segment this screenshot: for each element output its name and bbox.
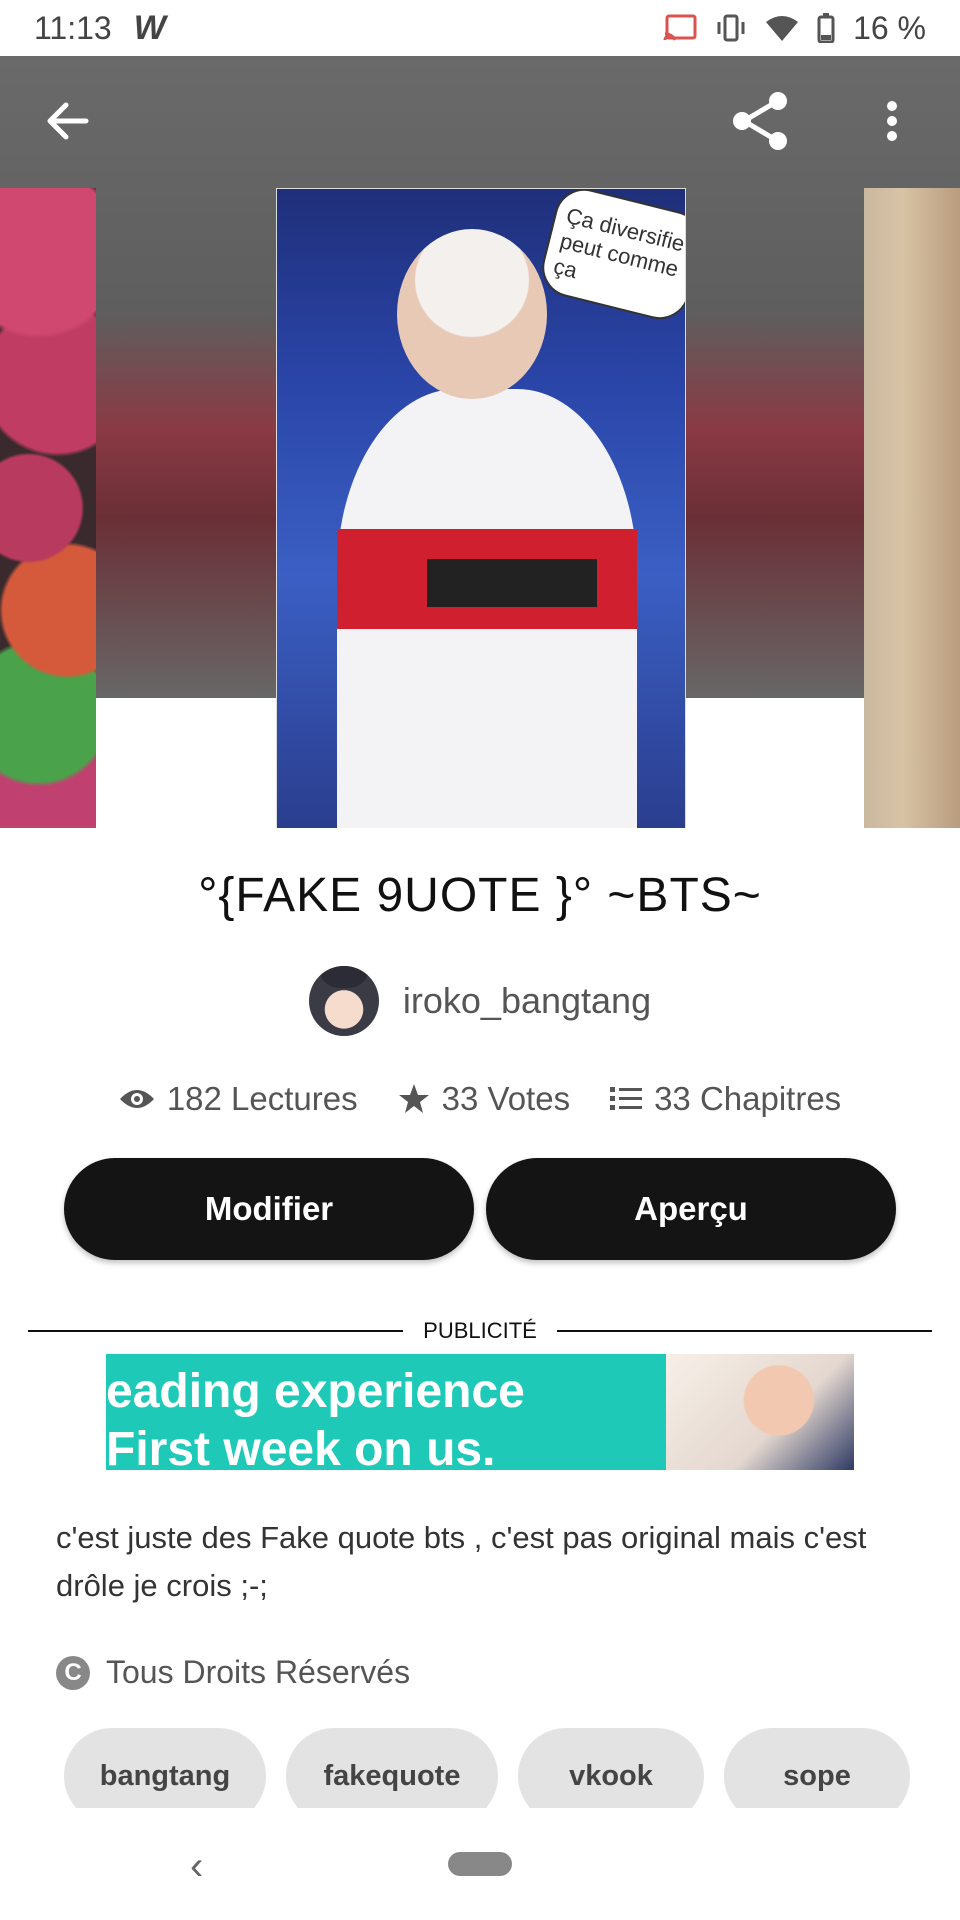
top-actions [712,73,960,169]
status-left: 11:13 W [0,9,166,48]
tag-chip[interactable]: vkook [518,1728,704,1808]
battery-percent: 16 % [853,9,926,46]
wifi-icon [766,16,799,41]
status-right: 16 % [663,10,960,47]
divider [556,1330,933,1332]
share-icon [733,92,787,150]
nav-back-button[interactable]: ‹ [190,1844,203,1889]
copyright-label: Tous Droits Réservés [106,1654,411,1690]
copyright-row: C Tous Droits Réservés [56,1654,410,1691]
preview-button[interactable]: Aperçu [486,1158,896,1260]
top-app-bar [0,56,960,186]
ad-label-row: PUBLICITÉ [28,1318,933,1344]
star-icon [398,1084,429,1113]
more-vert-icon [887,101,897,141]
ad-headline: eading experience [106,1365,525,1418]
wattpad-logo-icon: W [133,8,166,47]
previous-cover[interactable] [0,188,96,828]
nav-home-pill[interactable] [448,1852,512,1876]
avatar[interactable] [308,966,379,1036]
tag-chip[interactable]: sope [724,1728,910,1808]
stat-votes-label: 33 Votes [441,1080,571,1117]
cover-stripe-dark [427,559,597,607]
more-options-button[interactable] [844,73,940,169]
tags-row: bangtang fakequote vkook sope [64,1728,924,1808]
ad-subline: First week on us. [106,1423,496,1470]
action-buttons: Modifier Aperçu [64,1158,896,1260]
copyright-icon: C [56,1655,90,1690]
divider [28,1330,404,1332]
status-bar: 11:13 W 16 % [0,0,960,56]
story-cover[interactable]: Ça diversifie peut comme ça [276,188,686,828]
cast-icon [663,14,697,41]
back-button[interactable] [20,73,116,169]
eye-icon [119,1090,154,1108]
status-time: 11:13 [34,9,112,46]
list-icon [610,1087,643,1110]
next-cover[interactable] [864,188,960,828]
author-row[interactable]: iroko_bangtang [0,966,960,1036]
stat-votes: 33 Votes [398,1080,570,1118]
story-header: Ça diversifie peut comme ça [0,56,960,828]
system-nav-bar: ‹ [0,1808,960,1920]
stat-reads: 182 Lectures [119,1080,358,1118]
story-stats: 182 Lectures 33 Votes 33 Chapitres [0,1080,960,1118]
share-button[interactable] [712,73,808,169]
vibrate-icon [717,14,745,42]
stat-chapters-label: 33 Chapitres [654,1080,842,1117]
cover-speech-bubble: Ça diversifie peut comme ça [535,189,685,326]
story-title: °{FAKE 9UOTE }° ~BTS~ [198,869,762,922]
stat-reads-label: 182 Lectures [166,1080,358,1117]
author-name[interactable]: iroko_bangtang [403,980,651,1022]
ad-image [666,1354,854,1470]
ad-banner[interactable]: eading experience First week on us. [106,1354,854,1470]
battery-icon [817,13,835,43]
arrow-left-icon [47,102,89,140]
tag-chip[interactable]: fakequote [286,1728,498,1808]
stat-chapters: 33 Chapitres [610,1080,841,1118]
ad-label: PUBLICITÉ [423,1318,537,1343]
story-description: c'est juste des Fake quote bts , c'est p… [56,1520,867,1603]
cover-figure-head [397,229,547,399]
edit-button[interactable]: Modifier [64,1158,474,1260]
tag-chip[interactable]: bangtang [64,1728,266,1808]
